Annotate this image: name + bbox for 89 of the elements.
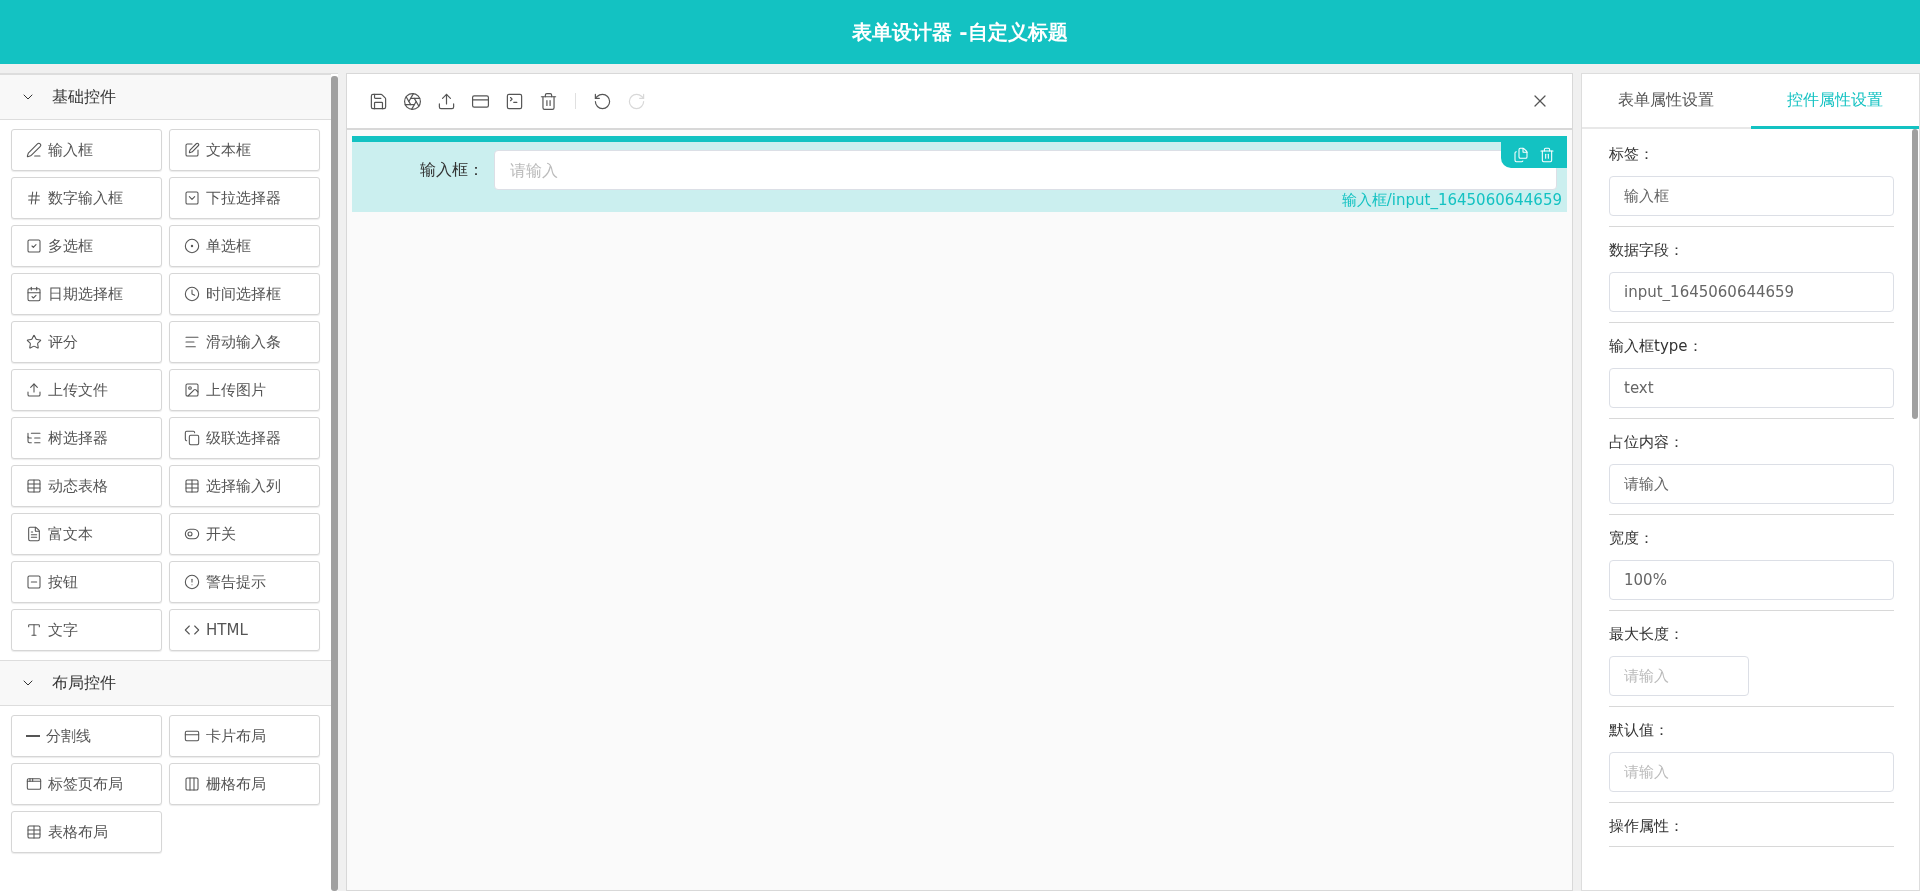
lines-icon [184,334,200,350]
section-title: 布局控件 [52,672,116,694]
property-input[interactable]: 输入框 [1609,176,1894,216]
terminal-icon [505,91,524,111]
scrollbar[interactable] [1912,129,1918,419]
upload-icon [26,382,42,398]
table-icon [26,824,42,840]
image-icon [184,382,200,398]
property-input[interactable]: text [1609,368,1894,408]
widget-button[interactable]: 上传图片 [169,369,320,411]
widget-button[interactable]: 输入框 [11,129,162,171]
card-icon [184,728,200,744]
widget-button[interactable]: 级联选择器 [169,417,320,459]
radio-icon [184,238,200,254]
property-label: 宽度： [1609,529,1655,548]
widget-button[interactable]: 日期选择框 [11,273,162,315]
calendar-icon [26,286,42,302]
star-icon [26,334,42,350]
section-header[interactable]: 布局控件 [0,660,331,706]
widget-button[interactable]: 分割线 [11,715,162,757]
widget-button[interactable]: 动态表格 [11,465,162,507]
widget-button[interactable]: 评分 [11,321,162,363]
tab-icon [26,776,42,792]
section-title: 基础控件 [52,86,116,108]
property-input[interactable]: input_1645060644659 [1609,272,1894,312]
toggle-icon [184,526,200,542]
copy-icon [1513,147,1529,163]
text-icon [26,622,42,638]
property-label: 操作属性： [1609,817,1685,836]
alert-icon [184,574,200,590]
scrollbar[interactable] [331,76,338,891]
widget-button[interactable]: 开关 [169,513,320,555]
widget-button[interactable]: 富文本 [11,513,162,555]
trash-icon [1539,147,1555,163]
property-input[interactable]: 100% [1609,560,1894,600]
widget-button[interactable]: 栅格布局 [169,763,320,805]
pencil-icon [26,142,42,158]
widget-button[interactable]: 选择输入列 [169,465,320,507]
form-item[interactable]: 输入框： 请输入 输入框/input_1645060644659 [352,136,1567,212]
checkbox-icon [26,238,42,254]
widget-button[interactable]: 警告提示 [169,561,320,603]
widget-button[interactable]: 时间选择框 [169,273,320,315]
property-input[interactable]: 请输入 [1609,752,1894,792]
stacked-squares-icon [184,430,200,446]
widget-button[interactable]: 树选择器 [11,417,162,459]
line-icon [26,735,40,737]
widget-button[interactable]: 数字输入框 [11,177,162,219]
widget-button[interactable]: 表格布局 [11,811,162,853]
dropdown-icon [184,190,200,206]
property-label: 标签： [1609,145,1655,164]
property-input[interactable]: 请输入 [1609,656,1749,696]
widget-button[interactable]: 下拉选择器 [169,177,320,219]
widget-button[interactable]: 标签页布局 [11,763,162,805]
field-label: 输入框： [419,159,485,181]
code-icon [184,622,200,638]
columns-icon [184,776,200,792]
document-icon [26,526,42,542]
list-tree-icon [26,430,42,446]
table-icon [26,478,42,494]
upload-icon [437,91,456,111]
undo-icon [593,91,612,111]
save-icon [369,91,388,111]
table-icon [184,478,200,494]
widget-button[interactable]: 单选框 [169,225,320,267]
trash-icon [539,91,558,111]
property-label: 默认值： [1609,721,1670,740]
edit-square-icon [184,142,200,158]
widget-button[interactable]: HTML [169,609,320,651]
property-label: 占位内容： [1609,433,1685,452]
widget-button[interactable]: 按钮 [11,561,162,603]
property-label: 输入框type： [1609,337,1704,356]
number-icon [26,190,42,206]
property-label: 最大长度： [1609,625,1685,644]
widget-button[interactable]: 上传文件 [11,369,162,411]
clock-icon [184,286,200,302]
button-icon [26,574,42,590]
widget-button[interactable]: 滑动输入条 [169,321,320,363]
widget-button[interactable]: 卡片布局 [169,715,320,757]
property-input[interactable]: 请输入 [1609,464,1894,504]
tab[interactable]: 表单属性设置 [1582,74,1751,129]
page-title: 表单设计器 -自定义标题 [852,18,1068,46]
property-label: 数据字段： [1609,241,1685,260]
redo-icon [627,91,646,111]
input-field[interactable]: 请输入 [494,150,1557,190]
field-key: 输入框/input_1645060644659 [1341,191,1562,210]
widget-button[interactable]: 文字 [11,609,162,651]
section-header[interactable]: 基础控件 [0,74,331,120]
widget-button[interactable]: 文本框 [169,129,320,171]
widget-button[interactable]: 多选框 [11,225,162,267]
